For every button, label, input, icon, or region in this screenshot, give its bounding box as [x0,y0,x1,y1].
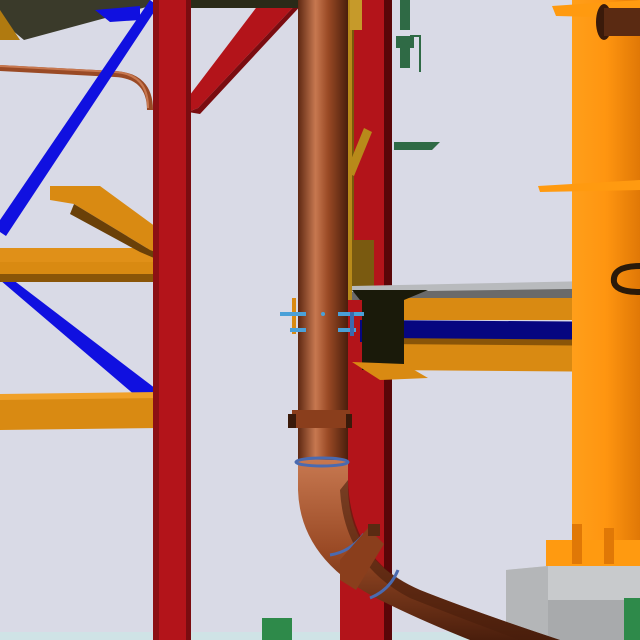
valve-stem [400,0,410,30]
vessel-skirt-slot [572,524,582,564]
pipe-clamp-band [292,410,350,428]
dark-beam-end-box [362,294,404,370]
green-bracket [394,142,440,150]
bend-clamp-bolt [368,524,380,536]
vessel-skirt [546,540,640,570]
red-column-left-flange [186,0,191,640]
support-right-post [350,312,354,336]
valve-body [396,36,414,48]
green-pipe-stub-right [624,598,640,640]
red-column-left-shade [153,0,159,640]
valve-lower [400,48,410,68]
pipe-clamp-left-ear [288,414,296,428]
red-column-cap-beam [191,0,300,8]
support-left-top [280,312,306,316]
plant-model-scene [0,0,640,640]
orange-vessel [572,0,640,560]
green-pipe-stub-left [262,618,292,640]
gold-conduit-top [350,0,362,30]
pipe-clamp-right-ear [346,414,352,428]
support-left-bottom [290,328,306,332]
support-center-dot [321,312,325,316]
vessel-skirt-slot-2 [604,528,614,564]
dark-junction-box [352,240,374,290]
vessel-nozzle [596,4,640,40]
main-vertical-pipe [298,0,348,470]
vessel-nozzle-neck [604,8,640,36]
